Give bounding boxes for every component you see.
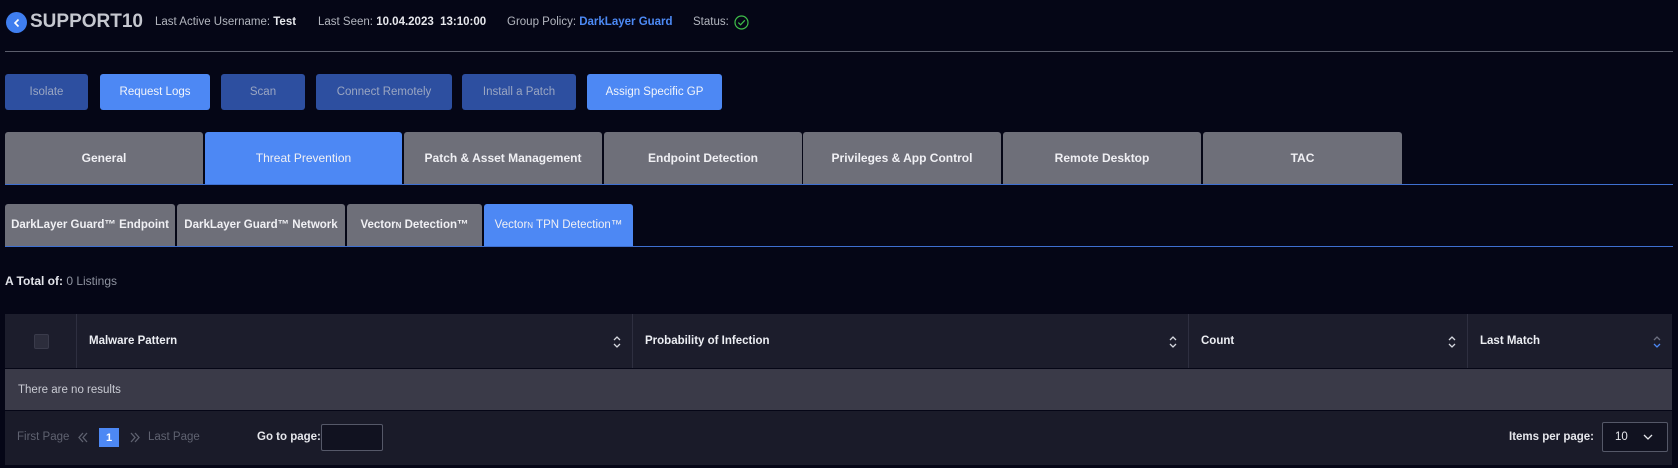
column-last-match[interactable]: Last Match [1467,314,1672,368]
last-active-label: Last Active Username: [155,16,271,28]
chevron-left-icon [13,18,19,27]
current-page-button[interactable]: 1 [99,428,119,447]
total-count: 0 Listings [66,274,118,288]
last-active-value: Test [273,16,297,28]
go-to-page-input[interactable] [321,424,383,451]
total-listings: A Total of: 0 Listings [5,274,117,288]
total-label: A Total of: [5,274,63,288]
assign-specific-gp-button[interactable]: Assign Specific GP [587,74,722,110]
column-malware-pattern[interactable]: Malware Pattern [76,314,632,368]
chevron-down-icon [1643,434,1653,440]
last-seen-time: 13:10:00 [440,16,487,28]
check-circle-icon [734,15,749,30]
empty-results-row: There are no results [5,369,1672,410]
subtab-vector-suffix: Detection™ [401,219,469,231]
subtab-network[interactable]: DarkLayer Guard™ Network [177,204,345,246]
subtab-tpn-suffix: TPN Detection™ [533,219,623,231]
sort-icon [1169,336,1177,348]
go-to-page-label: Go to page: [257,431,321,443]
subtab-vector-detection[interactable]: Vector N Detection™ [347,204,482,246]
last-seen-date: 10.04.2023 [376,16,434,28]
last-page-link[interactable]: Last Page [148,431,200,443]
column-count[interactable]: Count [1188,314,1467,368]
tab-threat-prevention[interactable]: Threat Prevention [205,132,402,184]
install-patch-button[interactable]: Install a Patch [462,74,576,110]
request-logs-button[interactable]: Request Logs [100,74,210,110]
subtab-tpn-prefix: Vector [494,219,528,231]
subtab-endpoint[interactable]: DarkLayer Guard™ Endpoint [5,204,175,246]
sort-desc-icon [1653,336,1661,348]
tab-tac[interactable]: TAC [1203,132,1402,184]
isolate-button[interactable]: Isolate [5,74,88,110]
group-policy-label: Group Policy: [507,16,577,28]
items-per-page-label: Items per page: [1509,431,1594,443]
tab-remote-desktop[interactable]: Remote Desktop [1003,132,1201,184]
group-policy-info: Group Policy: DarkLayer Guard [507,16,673,28]
first-page-link[interactable]: First Page [17,431,69,443]
last-seen-label: Last Seen: [318,16,373,28]
table-header: Malware Pattern Probability of Infection… [5,314,1672,368]
column-label: Probability of Infection [645,335,770,347]
last-active-info: Last Active Username: Test [155,16,296,28]
tab-patch-asset-management[interactable]: Patch & Asset Management [404,132,602,184]
column-label: Count [1201,335,1235,347]
tab-general[interactable]: General [5,132,203,184]
double-chevron-right-icon[interactable] [129,432,141,443]
pagination-bar: First Page 1 Last Page Go to page: Items… [5,411,1672,465]
scan-button[interactable]: Scan [221,74,305,110]
status-info: Status: [693,16,729,28]
last-seen-info: Last Seen: 10.04.2023 13:10:00 [318,16,486,28]
subtab-tpn-detection[interactable]: Vector N TPN Detection™ [484,204,633,246]
group-policy-link[interactable]: DarkLayer Guard [579,16,672,28]
status-label: Status: [693,16,729,28]
items-per-page-value: 10 [1615,431,1628,443]
back-button[interactable] [6,12,27,33]
double-chevron-left-icon[interactable] [77,432,89,443]
column-probability-of-infection[interactable]: Probability of Infection [632,314,1188,368]
items-per-page-select[interactable]: 10 [1602,422,1668,452]
sort-icon [1448,336,1456,348]
subtab-vector-prefix: Vector [360,219,396,231]
tabs-underline [5,184,1673,185]
subtabs-underline [5,246,1673,247]
column-label: Malware Pattern [89,335,178,347]
column-label: Last Match [1480,335,1541,347]
tab-privileges-app-control[interactable]: Privileges & App Control [803,132,1001,184]
hostname-title: SUPPORT10 [30,11,143,32]
tab-endpoint-detection[interactable]: Endpoint Detection [604,132,802,184]
header-divider [5,51,1673,52]
select-all-checkbox[interactable] [34,334,49,349]
connect-remotely-button[interactable]: Connect Remotely [316,74,452,110]
sort-icon [613,336,621,348]
